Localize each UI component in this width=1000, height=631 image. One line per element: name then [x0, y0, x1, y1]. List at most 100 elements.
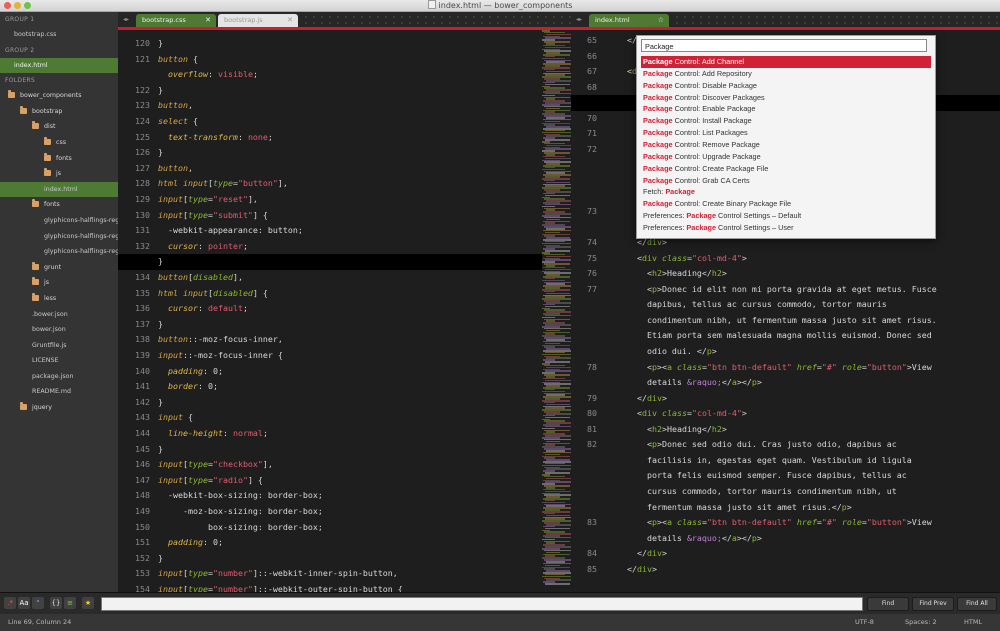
wrap-icon[interactable]: {} — [50, 597, 62, 609]
code-line[interactable]: } — [158, 317, 163, 333]
code-line[interactable]: text-transform: none; — [158, 130, 273, 146]
syntax-indicator[interactable]: HTML — [964, 614, 982, 631]
tree-folder[interactable]: jquery — [0, 400, 118, 416]
code-line[interactable]: -webkit-appearance: button; — [158, 223, 303, 239]
command-palette-item[interactable]: Preferences: Package Control Settings – … — [641, 222, 931, 234]
command-palette-item[interactable]: Package Control: Discover Packages — [641, 92, 931, 104]
tree-folder[interactable]: bower_components — [0, 88, 118, 104]
code-line[interactable]: <div class="col-md-4"> — [607, 251, 747, 267]
tab-index-html[interactable]: index.html ☆ — [589, 14, 669, 27]
code-line[interactable]: <p>Donec sed odio dui. Cras justo odio, … — [607, 437, 897, 453]
command-palette-item[interactable]: Package Control: Disable Package — [641, 80, 931, 92]
code-line[interactable]: button[disabled], — [158, 270, 243, 286]
code-line[interactable]: } — [158, 83, 163, 99]
code-line[interactable]: </ — [607, 33, 637, 49]
code-line[interactable]: facilisis in, egestas eget quam. Vestibu… — [607, 453, 912, 469]
code-line[interactable]: -webkit-box-sizing: border-box; — [158, 488, 323, 504]
command-palette-item[interactable]: Fetch: Package — [641, 186, 931, 198]
code-line[interactable]: input[type="number"]::-webkit-outer-spin… — [158, 582, 403, 592]
code-line[interactable]: input { — [158, 410, 193, 426]
tree-file[interactable]: .bower.json — [0, 307, 118, 323]
code-line[interactable]: </div> — [607, 391, 667, 407]
tree-file[interactable]: index.html — [0, 181, 118, 198]
tab-scroll-left-icon[interactable]: ◂▸ — [118, 12, 134, 27]
command-palette-item[interactable]: Package Control: Upgrade Package — [641, 151, 931, 163]
open-file-bootstrap-css[interactable]: bootstrap.css — [0, 27, 118, 43]
command-palette-item[interactable]: Package Control: Remove Package — [641, 139, 931, 151]
code-line[interactable]: } — [158, 395, 163, 411]
tree-folder[interactable]: js — [0, 275, 118, 291]
code-line[interactable]: input[type="number"]::-webkit-inner-spin… — [158, 566, 398, 582]
tree-folder[interactable]: js — [0, 166, 118, 182]
code-line[interactable]: details &raquo;</a></p> — [607, 531, 762, 547]
code-line[interactable]: <p><a class="btn btn-default" href="#" r… — [607, 360, 932, 376]
code-line[interactable]: condimentum nibh, ut fermentum massa jus… — [607, 313, 937, 329]
tab-dirty-icon[interactable]: ✕ — [205, 14, 211, 27]
case-sensitive-icon[interactable]: Aa — [18, 597, 30, 609]
code-line[interactable]: </div> — [607, 546, 667, 562]
tree-file[interactable]: glyphicons-halflings-regula — [0, 229, 118, 245]
code-line[interactable]: input[type="radio"] { — [158, 473, 263, 489]
code-line[interactable]: details &raquo;</a></p> — [607, 375, 762, 391]
code-line[interactable]: -moz-box-sizing: border-box; — [158, 504, 323, 520]
code-line[interactable]: } — [158, 551, 163, 567]
command-palette-item[interactable]: Package Control: Create Binary Package F… — [641, 198, 931, 210]
open-file-index-html[interactable]: index.html — [0, 57, 118, 74]
code-line[interactable]: cursor: pointer; — [158, 239, 248, 255]
code-line[interactable]: line-height: normal; — [158, 426, 268, 442]
command-palette-item[interactable]: Package Control: Add Channel — [641, 56, 931, 68]
code-line[interactable]: Etiam porta sem malesuada magna mollis e… — [607, 328, 932, 344]
indentation-indicator[interactable]: Spaces: 2 — [905, 614, 937, 631]
code-line[interactable]: button, — [158, 161, 193, 177]
tab-bootstrap-js[interactable]: bootstrap.js ✕ — [218, 14, 298, 27]
code-line[interactable]: } — [158, 442, 163, 458]
command-palette-item[interactable]: Package Control: Enable Package — [641, 103, 931, 115]
tree-folder[interactable]: css — [0, 135, 118, 151]
left-editor[interactable]: 120 121 122 123 124 125 126 127 128 129 130 131 132 1… — [118, 30, 584, 592]
code-line[interactable]: fermentum massa justo sit amet risus.</p… — [607, 500, 852, 516]
tree-file[interactable]: glyphicons-halflings-regula — [0, 213, 118, 229]
tab-scroll-right-icon[interactable]: ◂▸ — [571, 12, 587, 27]
code-line[interactable]: <p>Donec id elit non mi porta gravida at… — [607, 282, 937, 298]
code-line[interactable]: input::-moz-focus-inner { — [158, 348, 283, 364]
whole-word-icon[interactable]: “ — [32, 597, 44, 609]
code-line[interactable]: input[type="checkbox"], — [158, 457, 273, 473]
tree-file[interactable]: Gruntfile.js — [0, 338, 118, 354]
command-palette-item[interactable]: Package Control: List Packages — [641, 127, 931, 139]
code-line[interactable]: padding: 0; — [158, 364, 223, 380]
command-palette-item[interactable]: Package Control: Grab CA Certs — [641, 175, 931, 187]
tab-bootstrap-css[interactable]: bootstrap.css ✕ — [136, 14, 216, 27]
tree-file[interactable]: glyphicons-halflings-regula — [0, 244, 118, 260]
tab-close-icon[interactable]: ✕ — [287, 14, 293, 27]
code-line[interactable]: <d — [607, 64, 637, 80]
code-line[interactable]: button { — [158, 52, 198, 68]
encoding-indicator[interactable]: UTF-8 — [855, 614, 874, 631]
code-line[interactable]: input[type="submit"] { — [158, 208, 268, 224]
code-line[interactable]: <h2>Heading</h2> — [607, 422, 727, 438]
tree-folder[interactable]: dist — [0, 119, 118, 135]
regex-icon[interactable]: .* — [4, 597, 16, 609]
code-line[interactable]: select { — [158, 114, 198, 130]
code-line[interactable]: dapibus, tellus ac cursus commodo, torto… — [607, 297, 887, 313]
code-line[interactable]: porta felis euismod semper. Fusce dapibu… — [607, 468, 907, 484]
tab-star-icon[interactable]: ☆ — [658, 14, 664, 27]
code-line[interactable]: input[type="reset"], — [158, 192, 258, 208]
command-palette-item[interactable]: Package Control: Create Package File — [641, 163, 931, 175]
code-line[interactable]: box-sizing: border-box; — [158, 520, 323, 536]
code-line[interactable]: cursus commodo, tortor mauris condimentu… — [607, 484, 897, 500]
code-line[interactable]: border: 0; — [158, 379, 218, 395]
code-line[interactable]: <h2>Heading</h2> — [607, 266, 727, 282]
highlight-matches-icon[interactable]: ★ — [82, 597, 94, 609]
command-palette-item[interactable]: Package Control: Install Package — [641, 115, 931, 127]
tree-folder[interactable]: fonts — [0, 151, 118, 167]
code-line[interactable]: <p><a class="btn btn-default" href="#" r… — [607, 515, 932, 531]
code-line[interactable]: html input[disabled] { — [158, 286, 268, 302]
command-palette-item[interactable]: Package Control: Add Repository — [641, 68, 931, 80]
find-button[interactable]: Find — [867, 597, 909, 611]
tree-folder[interactable]: less — [0, 291, 118, 307]
code-line[interactable]: } — [158, 254, 163, 270]
tree-file[interactable]: package.json — [0, 369, 118, 385]
tree-file[interactable]: README.md — [0, 384, 118, 400]
code-line[interactable]: button, — [158, 98, 193, 114]
in-selection-icon[interactable]: ≡ — [64, 597, 76, 609]
